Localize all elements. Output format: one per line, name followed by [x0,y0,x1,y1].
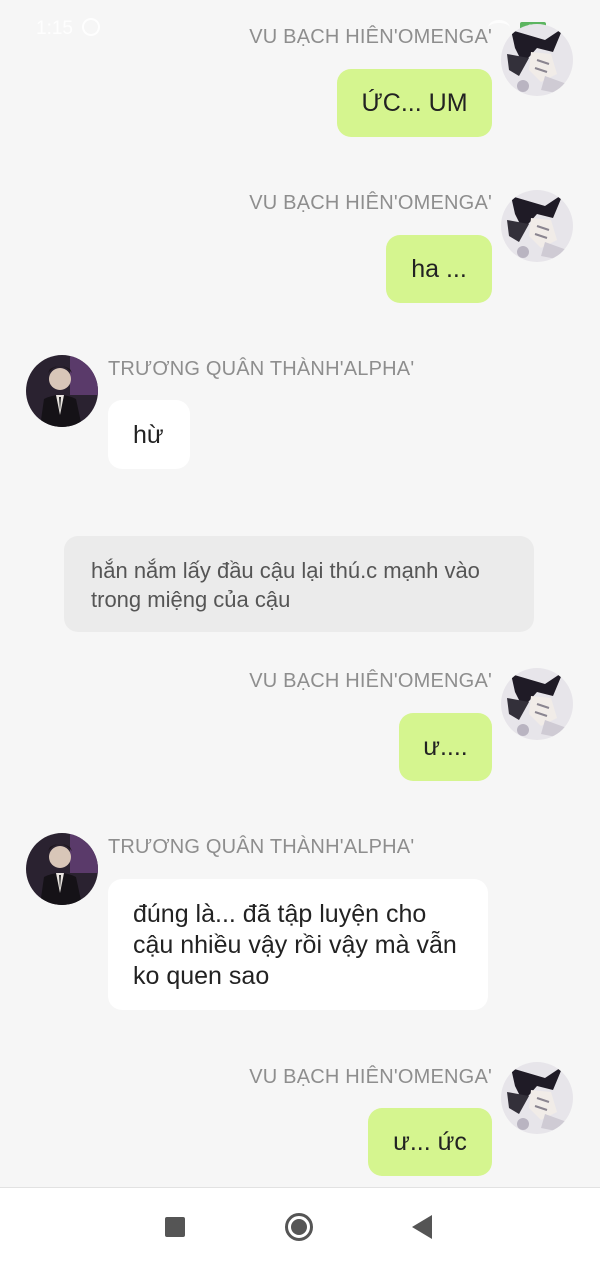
sender-name: VU BẠCH HIÊN'OMENGA' [249,1066,492,1088]
anime-avatar-icon [501,190,573,262]
message-bubble[interactable]: ha ... [386,235,492,303]
message-bubble[interactable]: đúng là... đã tập luyện cho cậu nhiều vậ… [108,879,488,1010]
recents-square-icon[interactable] [165,1217,185,1237]
message-bubble[interactable]: ư... ức [368,1108,492,1176]
home-circle-inner-icon [291,1219,307,1235]
narration-bubble[interactable]: hắn nắm lấy đầu cậu lại thú.c mạnh vào t… [64,536,534,632]
alarm-icon [82,18,100,36]
sender-name: TRƯƠNG QUÂN THÀNH'ALPHA' [108,836,415,858]
alpha-avatar[interactable] [26,833,98,905]
anime-avatar-icon [501,1062,573,1134]
sender-name: VU BẠCH HIÊN'OMENGA' [249,26,492,48]
status-time: 1:15 [36,18,73,39]
home-circle-icon[interactable] [285,1213,313,1241]
navigation-bar [0,1187,600,1268]
omega-avatar[interactable] [501,24,573,96]
message-bubble[interactable]: hừ [108,400,190,469]
back-triangle-icon[interactable] [412,1215,432,1239]
alpha-avatar[interactable] [26,355,98,427]
sender-name: VU BẠCH HIÊN'OMENGA' [249,670,492,692]
omega-avatar[interactable] [501,668,573,740]
anime-avatar-icon [501,24,573,96]
message-bubble[interactable]: ư.... [399,713,492,781]
omega-avatar[interactable] [501,1062,573,1134]
anime-avatar-icon [501,668,573,740]
message-bubble[interactable]: ỨC... UM [337,69,492,137]
suited-man-icon [26,355,98,427]
sender-name: TRƯƠNG QUÂN THÀNH'ALPHA' [108,358,415,380]
sender-name: VU BẠCH HIÊN'OMENGA' [249,192,492,214]
omega-avatar[interactable] [501,190,573,262]
suited-man-icon [26,833,98,905]
